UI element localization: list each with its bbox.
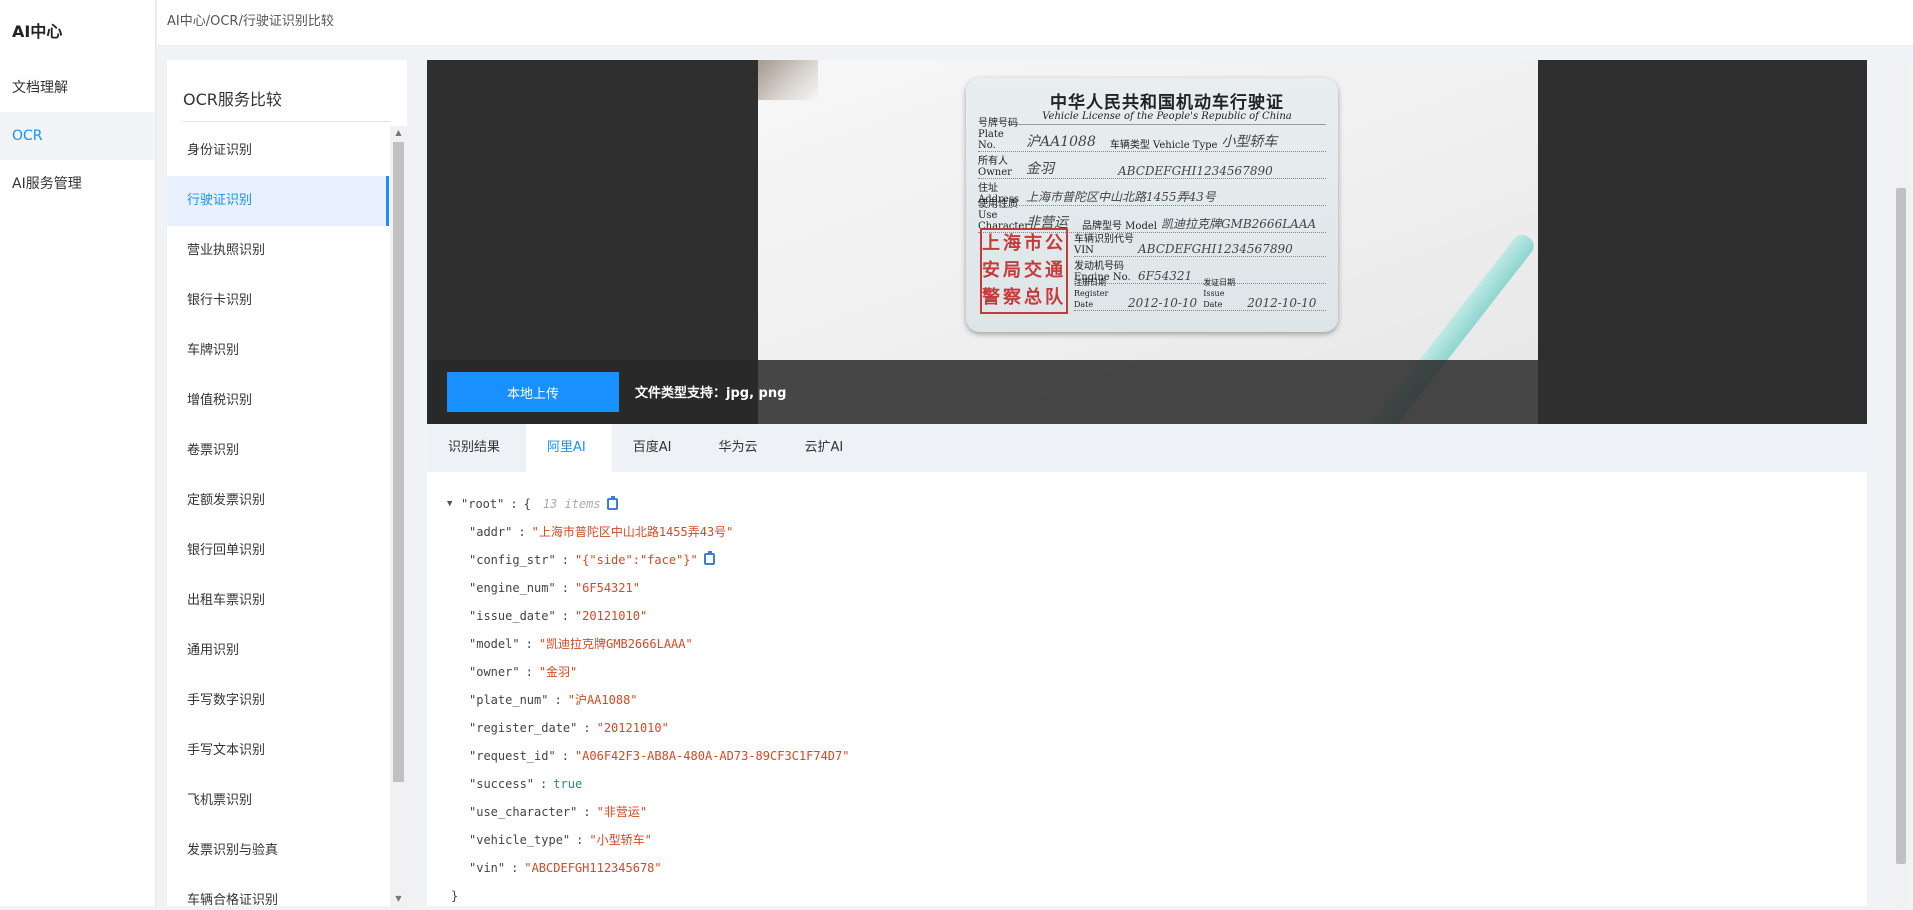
json-entry: "issue_date": "20121010" <box>469 609 648 623</box>
json-entry: "request_id": "A06F42F3-AB8A-480A-AD73-89… <box>469 749 850 763</box>
json-value: "小型轿车" <box>589 833 652 847</box>
json-key: "model" <box>469 637 520 651</box>
tab-yunkuo-ai[interactable]: 云扩AI <box>784 424 870 472</box>
app-sidebar: AI中心 文档理解 OCR AI服务管理 <box>0 0 156 906</box>
json-entry: "success": true <box>469 777 583 791</box>
service-panel-title: OCR服务比较 <box>183 60 391 122</box>
image-preview: 中华人民共和国机动车行驶证 Vehicle License of the Peo… <box>427 60 1867 424</box>
service-list: 身份证识别 行驶证识别 营业执照识别 银行卡识别 车牌识别 增值税识别 卷票识别… <box>167 126 389 906</box>
service-list-scroll-thumb[interactable] <box>393 142 404 782</box>
service-item[interactable]: 增值税识别 <box>167 376 389 426</box>
json-entry: "plate_num": "沪AA1088" <box>469 693 638 707</box>
top-bar: AI中心/OCR/行驶证识别比较 <box>157 0 1913 46</box>
json-value: true <box>553 777 583 791</box>
json-viewer: ▼ "root" : { 13 items "addr": "上海市普陀区中山北路… <box>447 490 849 910</box>
json-value: "金羽" <box>538 665 578 679</box>
file-type-hint: 文件类型支持：jpg, png <box>635 386 787 401</box>
json-item-count: 13 items <box>542 497 601 511</box>
service-item[interactable]: 身份证识别 <box>167 126 389 176</box>
json-root-key: "root" <box>461 497 505 511</box>
json-entry: "owner": "金羽" <box>469 665 578 679</box>
service-list-scrollbar[interactable]: ▲ ▼ <box>390 126 407 906</box>
service-item[interactable]: 发票识别与验真 <box>167 826 389 876</box>
service-item[interactable]: 银行卡识别 <box>167 276 389 326</box>
service-item[interactable]: 出租车票识别 <box>167 576 389 626</box>
app-title: AI中心 <box>12 22 63 41</box>
json-key: "use_character" <box>469 805 578 819</box>
json-value: "非营运" <box>596 805 648 819</box>
json-value: "{"side":"face"}" <box>574 553 698 567</box>
json-value: "6F54321" <box>574 581 640 595</box>
json-entry: "engine_num": "6F54321" <box>469 581 640 595</box>
page-scroll-thumb[interactable] <box>1896 188 1906 864</box>
local-upload-button[interactable]: 本地上传 <box>447 372 619 412</box>
breadcrumb: AI中心/OCR/行驶证识别比较 <box>167 14 334 29</box>
scroll-up-arrow-icon[interactable]: ▲ <box>390 126 407 140</box>
copy-icon[interactable] <box>703 551 715 565</box>
json-entry: "addr": "上海市普陀区中山北路1455弄43号" <box>469 525 734 539</box>
json-entry: "use_character": "非营运" <box>469 805 648 819</box>
nav-item-doc-understanding[interactable]: 文档理解 <box>0 64 155 112</box>
scroll-down-arrow-icon[interactable]: ▼ <box>390 892 407 906</box>
service-item[interactable]: 手写文本识别 <box>167 726 389 776</box>
service-item[interactable]: 车牌识别 <box>167 326 389 376</box>
service-item[interactable]: 车辆合格证识别 <box>167 876 389 906</box>
collapse-toggle-icon[interactable]: ▼ <box>447 490 457 518</box>
json-value: "沪AA1088" <box>567 693 638 707</box>
json-entry: "model": "凯迪拉克牌GMB2666LAAA" <box>469 637 693 651</box>
json-key: "register_date" <box>469 721 578 735</box>
main-content: 中华人民共和国机动车行驶证 Vehicle License of the Peo… <box>427 60 1867 906</box>
service-item[interactable]: 定额发票识别 <box>167 476 389 526</box>
tab-recognition-result[interactable]: 识别结果 <box>427 424 526 472</box>
nav-item-ocr[interactable]: OCR <box>0 112 155 160</box>
nav-item-ai-service-management[interactable]: AI服务管理 <box>0 160 155 208</box>
service-item[interactable]: 飞机票识别 <box>167 776 389 826</box>
json-value: "凯迪拉克牌GMB2666LAAA" <box>538 637 693 651</box>
json-key: "vehicle_type" <box>469 833 571 847</box>
service-item[interactable]: 卷票识别 <box>167 426 389 476</box>
tab-aliyun-ai[interactable]: 阿里AI <box>526 424 612 472</box>
police-stamp: 上海市公 安局交通 警察总队 <box>980 228 1068 314</box>
json-entry: "vehicle_type": "小型轿车" <box>469 833 652 847</box>
copy-icon[interactable] <box>606 496 618 510</box>
service-item[interactable]: 通用识别 <box>167 626 389 676</box>
service-item[interactable]: 营业执照识别 <box>167 226 389 276</box>
tab-huawei-cloud[interactable]: 华为云 <box>697 424 783 472</box>
service-item[interactable]: 银行回单识别 <box>167 526 389 576</box>
tab-baidu-ai[interactable]: 百度AI <box>612 424 698 472</box>
json-key: "addr" <box>469 525 513 539</box>
service-item-vehicle-license[interactable]: 行驶证识别 <box>167 176 389 226</box>
json-value: "A06F42F3-AB8A-480A-AD73-89CF3C1F74D7" <box>574 749 850 763</box>
json-entry: "register_date": "20121010" <box>469 721 669 735</box>
provider-tabs: 识别结果 阿里AI 百度AI 华为云 云扩AI <box>427 424 1867 472</box>
page-scrollbar[interactable] <box>1893 60 1909 906</box>
json-value: "20121010" <box>574 609 648 623</box>
json-entry: "vin": "ABCDEFGH112345678" <box>469 861 662 875</box>
json-key: "request_id" <box>469 749 556 763</box>
json-key: "owner" <box>469 665 520 679</box>
json-key: "issue_date" <box>469 609 556 623</box>
json-entries: "addr": "上海市普陀区中山北路1455弄43号" "config_str":… <box>447 518 849 882</box>
json-key: "config_str" <box>469 553 556 567</box>
json-value: "ABCDEFGH112345678" <box>524 861 662 875</box>
json-value: "20121010" <box>596 721 669 735</box>
json-value: "上海市普陀区中山北路1455弄43号" <box>531 525 734 539</box>
json-entry: "config_str": "{"side":"face"}" <box>469 546 849 574</box>
vehicle-license-card: 中华人民共和国机动车行驶证 Vehicle License of the Peo… <box>966 78 1338 332</box>
upload-bar: 本地上传 文件类型支持：jpg, png <box>427 360 1538 424</box>
json-key: "vin" <box>469 861 506 875</box>
json-key: "success" <box>469 777 535 791</box>
json-key: "plate_num" <box>469 693 549 707</box>
service-item[interactable]: 手写数字识别 <box>167 676 389 726</box>
service-panel: OCR服务比较 身份证识别 行驶证识别 营业执照识别 银行卡识别 车牌识别 增值… <box>167 60 407 906</box>
json-key: "engine_num" <box>469 581 556 595</box>
